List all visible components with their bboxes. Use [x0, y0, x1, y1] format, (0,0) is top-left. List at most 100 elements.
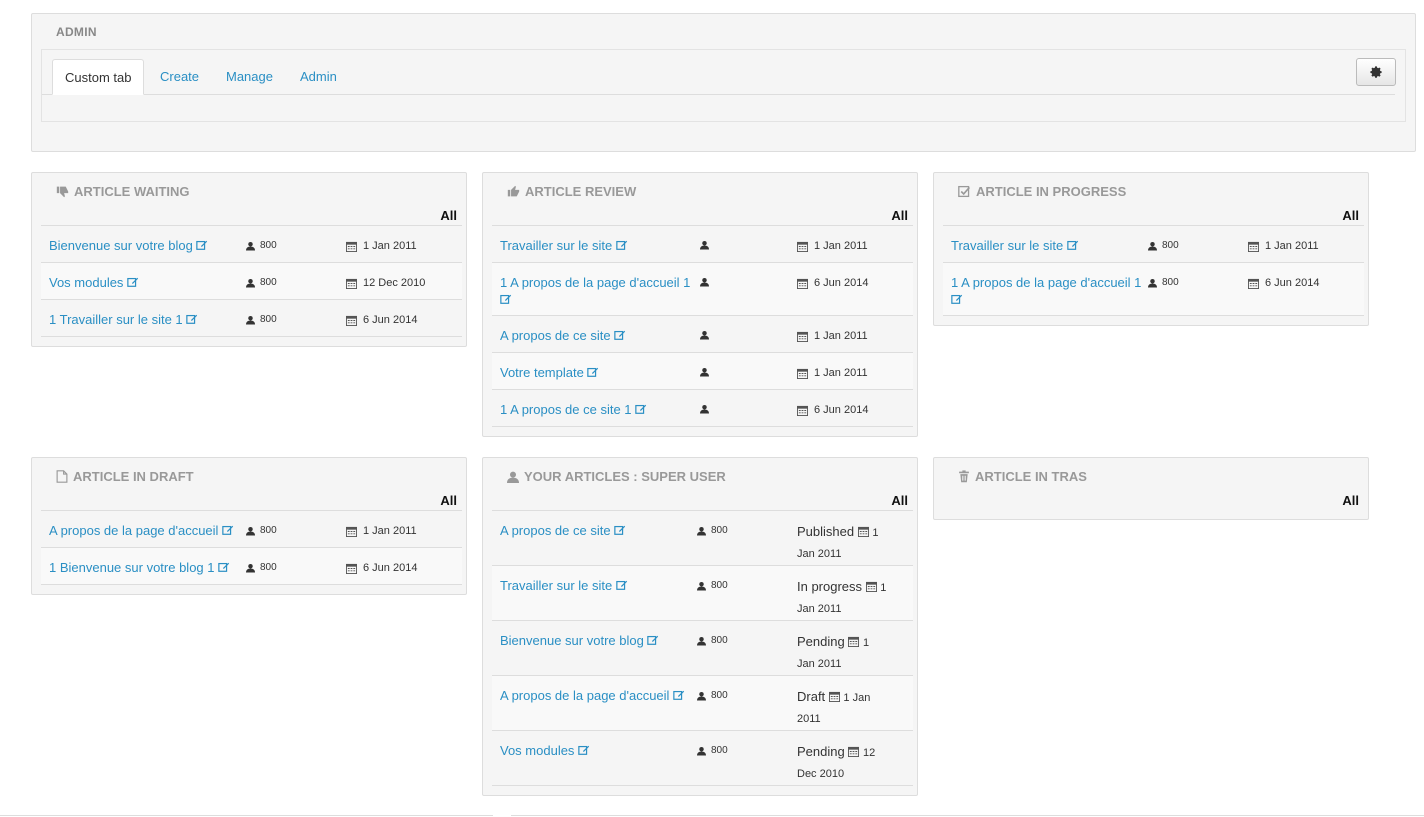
article-list: A propos de la page d'accueil 800 1 Jan …: [41, 510, 462, 585]
admin-module: ADMIN Custom tab Create Manage Admin: [31, 13, 1416, 152]
all-link[interactable]: All: [1342, 493, 1359, 508]
article-date: 1 Jan 2011: [814, 330, 868, 342]
user-icon: [1148, 241, 1157, 250]
edit-icon[interactable]: [616, 238, 628, 255]
tab-manage[interactable]: Manage: [226, 59, 273, 95]
all-link[interactable]: All: [891, 208, 908, 223]
all-link[interactable]: All: [891, 493, 908, 508]
panel-title: ARTICLE REVIEW: [525, 184, 637, 199]
panel-article-waiting: ARTICLE WAITING All Bienvenue sur votre …: [31, 172, 467, 347]
edit-icon[interactable]: [218, 560, 230, 577]
article-link[interactable]: A propos de ce site: [500, 327, 700, 345]
all-link[interactable]: All: [440, 493, 457, 508]
calendar-icon: [797, 368, 808, 379]
edit-icon[interactable]: [647, 633, 659, 650]
article-link[interactable]: 1 Travailler sur le site 1: [49, 311, 249, 329]
edit-icon[interactable]: [578, 743, 590, 760]
table-row: 1 A propos de la page d'accueil 1 6 Jun …: [492, 263, 913, 316]
settings-button[interactable]: [1356, 58, 1396, 86]
table-row: 1 Bienvenue sur votre blog 1 800 6 Jun 2…: [41, 548, 462, 585]
edit-icon[interactable]: [587, 365, 599, 382]
article-date: 1 Jan: [843, 692, 871, 704]
user-icon: [700, 404, 709, 414]
user-id: 800: [711, 745, 728, 756]
tab-create[interactable]: Create: [160, 59, 199, 95]
status-text: In progress: [797, 579, 863, 594]
article-date: 2011: [797, 713, 821, 725]
panel-article-in-trash: ARTICLE IN TRAS All: [933, 457, 1369, 520]
calendar-icon: [797, 278, 808, 289]
article-link[interactable]: 1 A propos de la page d'accueil 1: [500, 274, 700, 309]
article-date: Jan 2011: [797, 658, 842, 670]
user-icon: [697, 526, 706, 535]
article-link[interactable]: A propos de ce site: [500, 522, 700, 540]
calendar-icon: [1248, 241, 1259, 252]
user-id: 800: [711, 690, 728, 701]
article-link[interactable]: A propos de la page d'accueil: [500, 687, 700, 705]
edit-icon[interactable]: [673, 688, 685, 705]
edit-icon[interactable]: [196, 238, 208, 255]
panel-article-review: ARTICLE REVIEW All Travailler sur le sit…: [482, 172, 918, 437]
article-link[interactable]: Votre template: [500, 364, 700, 382]
user-icon: [700, 330, 709, 340]
user-icon: [246, 241, 255, 250]
article-list: Travailler sur le site 1 Jan 2011 1 A pr…: [492, 225, 913, 427]
calendar-icon: [857, 523, 869, 543]
article-date: 6 Jun 2014: [363, 314, 418, 326]
user-icon: [697, 581, 706, 590]
article-link[interactable]: Vos modules: [500, 742, 700, 760]
panel-article-in-progress: ARTICLE IN PROGRESS All Travailler sur l…: [933, 172, 1369, 326]
calendar-icon: [346, 278, 357, 289]
article-date: Jan 2011: [797, 603, 842, 615]
table-row: A propos de la page d'accueil 800 Draft …: [492, 676, 913, 731]
panel-your-articles: YOUR ARTICLES : SUPER USER All A propos …: [482, 457, 918, 796]
tab-admin[interactable]: Admin: [300, 59, 337, 95]
article-link[interactable]: 1 Bienvenue sur votre blog 1: [49, 559, 249, 577]
article-link[interactable]: 1 A propos de ce site 1: [500, 401, 700, 419]
calendar-icon: [828, 688, 840, 708]
article-link[interactable]: 1 A propos de la page d'accueil 1: [951, 274, 1151, 309]
table-row: Votre template 1 Jan 2011: [492, 353, 913, 390]
edit-icon[interactable]: [635, 402, 647, 419]
article-link[interactable]: A propos de la page d'accueil: [49, 522, 249, 540]
article-date: 1 Jan 2011: [814, 240, 868, 252]
all-link[interactable]: All: [440, 208, 457, 223]
table-row: Travailler sur le site 800 In progress 1…: [492, 566, 913, 621]
user-id: 800: [711, 635, 728, 646]
article-link[interactable]: Vos modules: [49, 274, 249, 292]
article-list: A propos de ce site 800 Published 1 Jan 2…: [492, 510, 913, 786]
article-list: Bienvenue sur votre blog 800 1 Jan 2011 …: [41, 225, 462, 337]
article-date: 12: [862, 747, 876, 759]
edit-icon[interactable]: [500, 292, 512, 309]
user-icon: [697, 691, 706, 700]
article-link[interactable]: Travailler sur le site: [500, 237, 700, 255]
table-row: A propos de ce site 800 Published 1 Jan 2…: [492, 511, 913, 566]
edit-icon[interactable]: [222, 523, 234, 540]
user-icon: [246, 526, 255, 535]
calendar-icon: [346, 563, 357, 574]
edit-icon[interactable]: [614, 523, 626, 540]
article-date: 1 Jan 2011: [814, 367, 868, 379]
article-link[interactable]: Travailler sur le site: [500, 577, 700, 595]
user-icon: [697, 636, 706, 645]
article-link[interactable]: Travailler sur le site: [951, 237, 1151, 255]
edit-icon[interactable]: [127, 275, 139, 292]
edit-icon[interactable]: [951, 292, 963, 309]
article-date: 6 Jun 2014: [814, 404, 869, 416]
article-date: 1: [862, 637, 870, 649]
thumbs-up-icon: [507, 185, 520, 197]
tab-custom[interactable]: Custom tab: [52, 59, 145, 95]
user-id: 800: [260, 314, 277, 325]
all-link[interactable]: All: [1342, 208, 1359, 223]
article-link[interactable]: Bienvenue sur votre blog: [500, 632, 700, 650]
edit-icon[interactable]: [186, 312, 198, 329]
table-row: 1 Travailler sur le site 1 800 6 Jun 201…: [41, 300, 462, 337]
user-id: 800: [711, 580, 728, 591]
calendar-icon: [346, 526, 357, 537]
article-link[interactable]: Bienvenue sur votre blog: [49, 237, 249, 255]
status-text: Draft: [797, 689, 826, 704]
edit-icon[interactable]: [616, 578, 628, 595]
edit-icon[interactable]: [614, 328, 626, 345]
gear-icon: [1370, 66, 1382, 78]
edit-icon[interactable]: [1067, 238, 1079, 255]
